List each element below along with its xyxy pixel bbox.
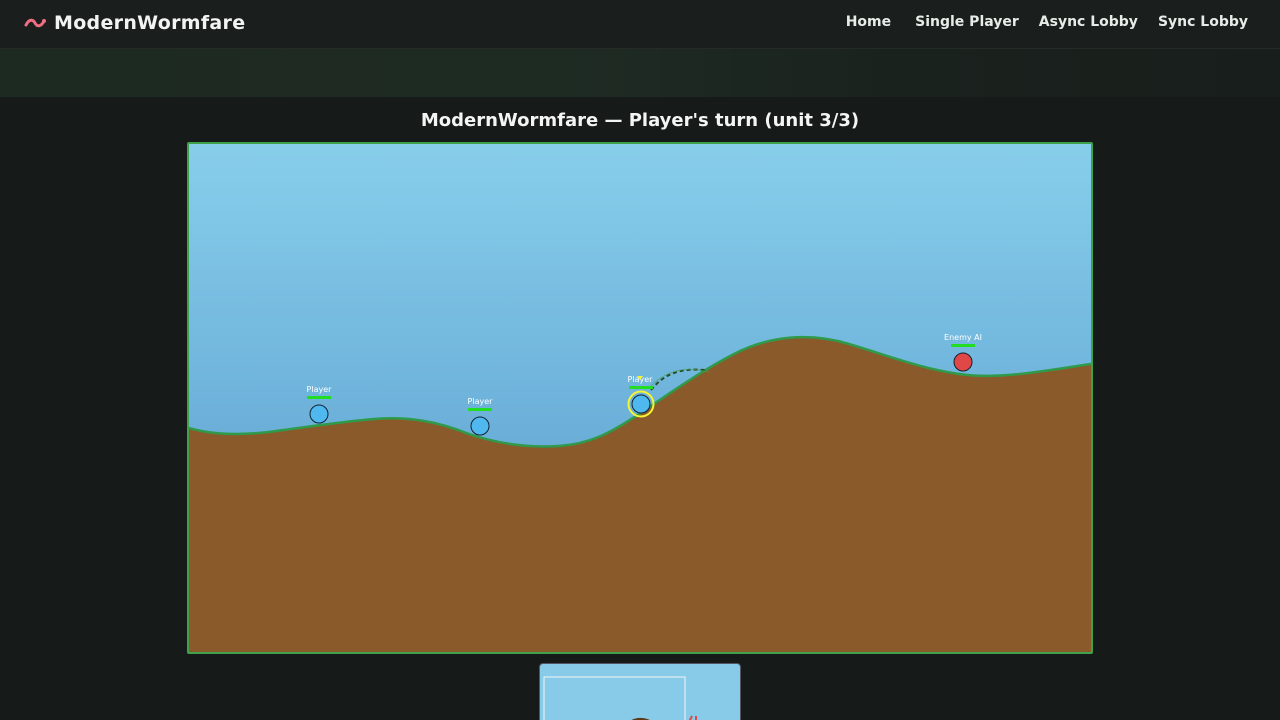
enemy-unit-icon: [953, 352, 973, 372]
health-bar: [629, 386, 653, 389]
game-status-title: ModernWormfare — Player's turn (unit 3/3…: [420, 110, 860, 131]
banner-strip: [0, 49, 1280, 97]
unit-label: Player: [307, 385, 333, 394]
game-canvas[interactable]: Player Player Player Enemy AI: [187, 142, 1093, 654]
top-navbar: ModernWormfare Home Single Player Async …: [0, 0, 1280, 49]
nav-single-player-link[interactable]: Single Player: [915, 14, 1019, 30]
player-unit-icon: [631, 394, 651, 414]
minimap-viewport: [543, 676, 686, 720]
player-unit-icon: [309, 404, 329, 424]
worm-icon: [24, 18, 46, 28]
health-bar: [307, 396, 331, 399]
brand-name: ModernWormfare: [54, 12, 246, 34]
game-scene[interactable]: Player Player Player Enemy AI: [189, 144, 1091, 652]
minimap[interactable]: [539, 663, 741, 720]
minimap-scene: [543, 676, 697, 720]
player-unit-icon: [470, 416, 490, 436]
nav-home-link[interactable]: Home: [846, 14, 891, 30]
minimap-marker: [688, 715, 697, 720]
nav-links: Home Single Player Async Lobby Sync Lobb…: [846, 14, 1248, 30]
brand[interactable]: ModernWormfare: [24, 11, 245, 35]
health-bar: [468, 408, 492, 411]
unit-label: Player: [468, 397, 494, 406]
nav-async-lobby-link[interactable]: Async Lobby: [1039, 14, 1138, 30]
nav-sync-lobby-link[interactable]: Sync Lobby: [1158, 14, 1248, 30]
unit-label: Enemy AI: [944, 333, 982, 342]
health-bar: [951, 344, 975, 347]
